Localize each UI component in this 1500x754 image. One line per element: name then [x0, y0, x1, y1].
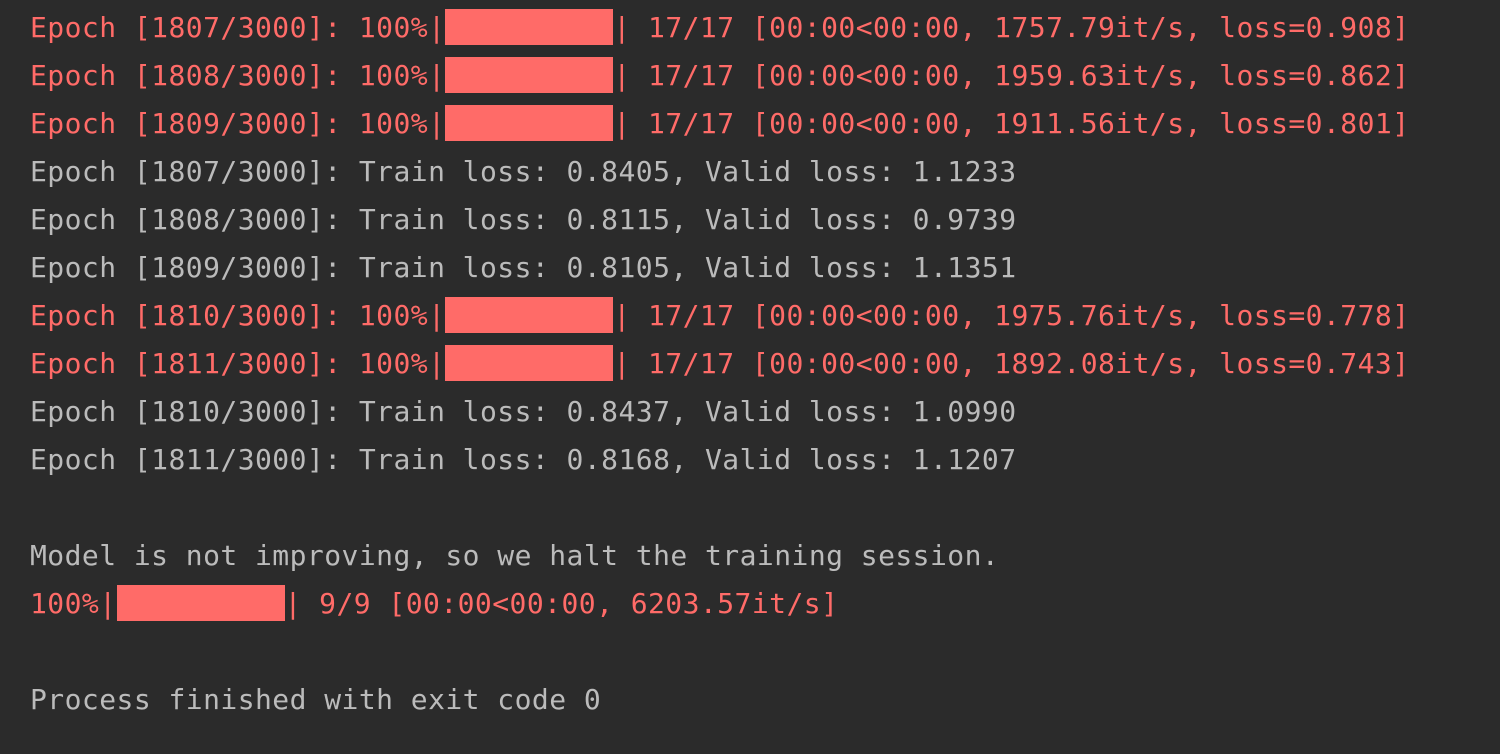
- console-output-line: Process finished with exit code 0: [30, 683, 602, 716]
- progress-prefix: Epoch [1807/3000]: 100%|: [30, 11, 446, 44]
- console-output-line: Epoch [1807/3000]: Train loss: 0.8405, V…: [30, 155, 1017, 188]
- progress-prefix: 100%|: [30, 587, 117, 620]
- console-output-line: Epoch [1809/3000]: Train loss: 0.8105, V…: [30, 251, 1017, 284]
- progress-line: Epoch [1807/3000]: 100%| | 17/17 [00:00<0…: [30, 4, 1500, 52]
- progress-prefix: Epoch [1811/3000]: 100%|: [30, 347, 446, 380]
- progress-bar: [445, 57, 614, 93]
- console-output-line: Epoch [1808/3000]: Train loss: 0.8115, V…: [30, 203, 1017, 236]
- console-output-line: Epoch [1810/3000]: Train loss: 0.8437, V…: [30, 395, 1017, 428]
- console-output-line: Epoch [1811/3000]: Train loss: 0.8168, V…: [30, 443, 1017, 476]
- progress-line: 100%| | 9/9 [00:00<00:00, 6203.57it/s]: [30, 580, 1500, 628]
- progress-line: Epoch [1808/3000]: 100%| | 17/17 [00:00<0…: [30, 52, 1500, 100]
- progress-bar: [445, 9, 614, 45]
- progress-bar: [116, 585, 285, 621]
- progress-prefix: Epoch [1810/3000]: 100%|: [30, 299, 446, 332]
- progress-bar: [445, 345, 614, 381]
- progress-suffix: | 17/17 [00:00<00:00, 1892.08it/s, loss=…: [613, 347, 1410, 380]
- run-console-output[interactable]: Epoch [1807/3000]: 100%| | 17/17 [00:00<0…: [0, 0, 1500, 754]
- progress-suffix: | 17/17 [00:00<00:00, 1959.63it/s, loss=…: [613, 59, 1410, 92]
- progress-line: Epoch [1811/3000]: 100%| | 17/17 [00:00<0…: [30, 340, 1500, 388]
- console-lines: Epoch [1807/3000]: 100%| | 17/17 [00:00<0…: [30, 4, 1500, 724]
- progress-bar: [445, 297, 614, 333]
- progress-suffix: | 9/9 [00:00<00:00, 6203.57it/s]: [284, 587, 839, 620]
- progress-prefix: Epoch [1808/3000]: 100%|: [30, 59, 446, 92]
- progress-suffix: | 17/17 [00:00<00:00, 1911.56it/s, loss=…: [613, 107, 1410, 140]
- console-output-line: Model is not improving, so we halt the t…: [30, 539, 1000, 572]
- progress-line: Epoch [1809/3000]: 100%| | 17/17 [00:00<0…: [30, 100, 1500, 148]
- progress-bar: [445, 105, 614, 141]
- progress-suffix: | 17/17 [00:00<00:00, 1757.79it/s, loss=…: [613, 11, 1410, 44]
- progress-prefix: Epoch [1809/3000]: 100%|: [30, 107, 446, 140]
- progress-suffix: | 17/17 [00:00<00:00, 1975.76it/s, loss=…: [613, 299, 1410, 332]
- progress-line: Epoch [1810/3000]: 100%| | 17/17 [00:00<0…: [30, 292, 1500, 340]
